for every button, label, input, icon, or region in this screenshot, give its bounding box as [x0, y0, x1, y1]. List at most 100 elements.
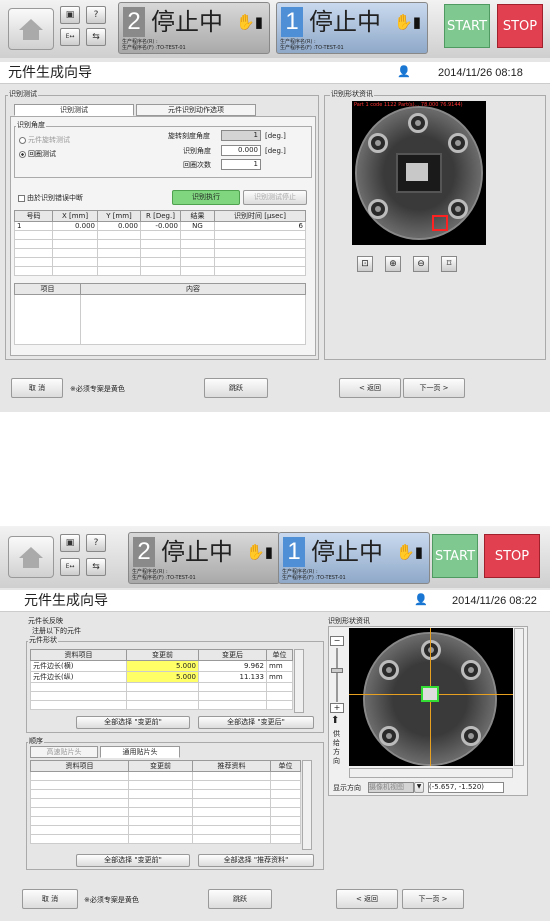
skip-button[interactable]: 跳跃	[204, 378, 268, 398]
execute-recognition-button[interactable]: 识别执行	[172, 190, 240, 205]
shape-table-scrollbar[interactable]	[294, 649, 304, 713]
column-header[interactable]: 推荐资料	[192, 760, 271, 772]
table-row[interactable]	[14, 266, 306, 276]
table-row[interactable]	[30, 700, 293, 710]
stop-recognition-test-button[interactable]: 识别测试停止	[243, 190, 307, 205]
tab-recognition-options[interactable]: 元件识别动作选项	[136, 104, 256, 116]
zoom-slider-track[interactable]	[336, 648, 338, 702]
zoom-in-slider-button[interactable]: +	[330, 703, 344, 713]
table-row[interactable]	[14, 239, 306, 249]
radio-loop-test[interactable]: 回圈测试	[19, 149, 56, 159]
lane2-status-panel[interactable]: 2 停止中 ✋▮ 生产程序名(R) : 生产程序名(F) :TO-TEST-01	[118, 2, 270, 54]
column-header[interactable]: 结果	[180, 210, 215, 222]
network-button[interactable]: ⇆	[86, 558, 106, 576]
camera-vertical-scrollbar[interactable]	[514, 628, 524, 766]
network-button[interactable]: ⇆	[86, 28, 106, 46]
next-button[interactable]: 下一页 >	[403, 378, 465, 398]
table-row[interactable]	[14, 230, 306, 240]
help-button[interactable]: ?	[86, 6, 106, 24]
back-button[interactable]: < 返回	[336, 889, 398, 909]
rotation-angle-input[interactable]: 1	[221, 130, 261, 141]
language-button[interactable]: E↔	[60, 28, 80, 46]
column-header[interactable]: 内容	[80, 283, 306, 295]
table-row[interactable]	[30, 798, 301, 808]
keyboard-button[interactable]: ▣	[60, 6, 80, 24]
skip-button[interactable]: 跳跃	[208, 889, 272, 909]
column-header[interactable]: R [Deg.]	[140, 210, 181, 222]
lane1-status-panel[interactable]: 1 停止中 ✋▮ 生产程序名(R) : 生产程序名(F) :TO-TEST-01	[278, 532, 430, 584]
cell-before[interactable]: 5.000	[126, 671, 199, 683]
column-header[interactable]: Y [mm]	[97, 210, 141, 222]
lane1-status-panel[interactable]: 1 停止中 ✋▮ 生产程序名(R) : 生产程序名(F) :TO-TEST-01	[276, 2, 428, 54]
camera-view[interactable]	[349, 628, 513, 766]
stop-button[interactable]: STOP	[497, 4, 543, 48]
column-header[interactable]: 项目	[14, 283, 81, 295]
cancel-button[interactable]: 取 消	[11, 378, 63, 398]
select-all-recommended-button[interactable]: 全部选择 "推荐资料"	[198, 854, 314, 867]
table-row[interactable]: 1 0.000 0.000 -0.000 NG 6	[14, 221, 306, 231]
column-header[interactable]: 单位	[270, 760, 301, 772]
column-header[interactable]: 变更前	[126, 649, 199, 661]
full-view-button[interactable]: ⌑	[441, 256, 457, 272]
table-row[interactable]	[30, 807, 301, 817]
select-all-before-button[interactable]: 全部选择 "变更前"	[76, 854, 190, 867]
lane2-status-panel[interactable]: 2 停止中 ✋▮ 生产程序名(R) : 生产程序名(F) :TO-TEST-01	[128, 532, 280, 584]
column-header[interactable]: X [mm]	[52, 210, 98, 222]
table-row[interactable]	[14, 257, 306, 267]
table-row[interactable]	[30, 691, 293, 701]
cell-after[interactable]: 9.962	[198, 660, 267, 672]
table-row[interactable]	[30, 825, 301, 835]
column-header[interactable]: 号码	[14, 210, 53, 222]
back-button[interactable]: < 返回	[339, 378, 401, 398]
table-row[interactable]	[30, 834, 301, 844]
order-table-scrollbar[interactable]	[302, 760, 312, 850]
hole	[408, 113, 428, 133]
chevron-down-icon[interactable]: ▼	[414, 782, 424, 793]
start-button[interactable]: START	[444, 4, 490, 48]
help-button[interactable]: ?	[86, 534, 106, 552]
zoom-out-slider-button[interactable]: −	[330, 636, 344, 646]
column-header[interactable]: 变更前	[128, 760, 193, 772]
table-row[interactable]: 元件边长(横) 5.000 9.962 mm	[30, 660, 293, 672]
radio-rotate-test[interactable]: 元件旋转测试	[19, 135, 70, 145]
cancel-button[interactable]: 取 消	[22, 889, 78, 909]
select-all-before-button[interactable]: 全部选择 "变更前"	[76, 716, 190, 729]
next-button[interactable]: 下一页 >	[402, 889, 464, 909]
language-button[interactable]: E↔	[60, 558, 80, 576]
cell-before[interactable]: 5.000	[126, 660, 199, 672]
camera-horizontal-scrollbar[interactable]	[349, 768, 513, 778]
column-header[interactable]: 单位	[266, 649, 293, 661]
column-header[interactable]: 资料项目	[30, 760, 129, 772]
tab-high-speed-head[interactable]: 高速贴片头	[30, 746, 98, 758]
stop-button[interactable]: STOP	[484, 534, 540, 578]
column-header[interactable]: 变更后	[198, 649, 267, 661]
interrupt-on-error-checkbox[interactable]: 由於识别错误中断	[18, 193, 83, 203]
table-row[interactable]	[30, 682, 293, 692]
zoom-out-button[interactable]: ⊖	[413, 256, 429, 272]
keyboard-button[interactable]: ▣	[60, 534, 80, 552]
start-button[interactable]: START	[432, 534, 478, 578]
home-button[interactable]	[8, 536, 54, 578]
user-icon: 👤	[397, 65, 411, 78]
zoom-in-button[interactable]: ⊕	[385, 256, 401, 272]
cell-after[interactable]: 11.133	[198, 671, 267, 683]
loop-count-input[interactable]: 1	[221, 159, 261, 170]
table-row[interactable]	[30, 771, 301, 781]
table-row[interactable]	[30, 789, 301, 799]
select-all-after-button[interactable]: 全部选择 "变更后"	[198, 716, 314, 729]
fit-view-button[interactable]: ⊡	[357, 256, 373, 272]
column-header[interactable]: 资料项目	[30, 649, 127, 661]
column-header[interactable]: 识别时间 [μsec]	[214, 210, 306, 222]
table-row[interactable]	[30, 816, 301, 826]
recognition-angle-input[interactable]: 0.000	[221, 145, 261, 156]
table-row[interactable]	[30, 780, 301, 790]
camera-view[interactable]: Part 1 code 1122 Part(s)... 78.000 76.91…	[352, 101, 486, 245]
tab-recognition-test[interactable]: 识别测试	[14, 104, 134, 116]
table-row[interactable]	[14, 248, 306, 258]
home-button[interactable]	[8, 8, 54, 50]
table-row[interactable]: 元件边长(纵) 5.000 11.133 mm	[30, 671, 293, 683]
display-direction-select[interactable]: 摄像机视图	[368, 782, 414, 793]
tab-general-head[interactable]: 通用贴片头	[100, 746, 180, 758]
expand-icon: ⌑	[446, 259, 452, 269]
zoom-slider-thumb[interactable]	[331, 668, 343, 673]
